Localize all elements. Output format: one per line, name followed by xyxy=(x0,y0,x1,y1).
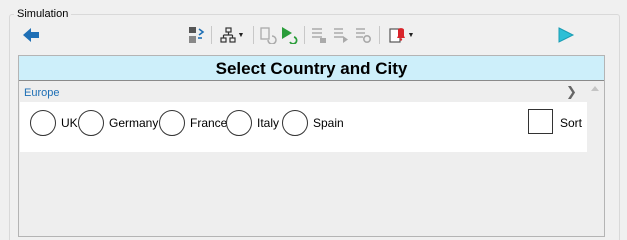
sort-checkbox[interactable] xyxy=(528,109,553,134)
option-label: UK xyxy=(61,116,78,130)
radio-button[interactable] xyxy=(226,110,252,136)
run-refresh-button[interactable] xyxy=(279,24,299,46)
back-arrow-icon xyxy=(23,28,39,42)
option-label: Italy xyxy=(257,116,280,130)
list-icon xyxy=(312,28,326,43)
list-button[interactable] xyxy=(309,24,329,46)
refresh-button[interactable] xyxy=(258,24,278,46)
play-button[interactable] xyxy=(555,24,577,46)
option-italy[interactable]: Italy xyxy=(226,110,279,136)
radio-button[interactable] xyxy=(282,110,308,136)
swap-button[interactable] xyxy=(186,24,206,46)
chevron-down-icon: ▼ xyxy=(407,31,415,39)
option-france[interactable]: France xyxy=(159,110,227,136)
play-icon xyxy=(558,27,575,43)
alert-icon xyxy=(388,28,405,43)
sort-label: Sort xyxy=(560,116,583,130)
list-forward-icon xyxy=(334,28,348,43)
tree-icon xyxy=(219,27,236,43)
options-row: UK Germany France Italy Spain Sort xyxy=(20,102,587,152)
refresh-icon xyxy=(260,27,277,44)
radio-button[interactable] xyxy=(30,110,56,136)
panel-title: Select Country and City xyxy=(19,56,604,81)
toolbar-separator xyxy=(211,26,212,44)
option-spain[interactable]: Spain xyxy=(282,110,344,136)
run-refresh-icon xyxy=(282,27,298,44)
radio-button[interactable] xyxy=(78,110,104,136)
option-label: Germany xyxy=(109,116,159,130)
option-label: Spain xyxy=(313,116,344,130)
toolbar-separator xyxy=(379,26,380,44)
alert-button[interactable]: ▼ xyxy=(385,24,417,46)
swap-icon xyxy=(189,27,205,43)
radio-button[interactable] xyxy=(159,110,185,136)
list-settings-button[interactable] xyxy=(353,24,373,46)
toolbar-separator xyxy=(304,26,305,44)
region-label[interactable]: Europe xyxy=(24,86,59,100)
tree-button[interactable]: ▼ xyxy=(217,24,247,46)
selection-panel: Select Country and City Europe ❯ UK Germ… xyxy=(18,55,605,237)
chevron-down-icon: ▼ xyxy=(237,31,245,39)
list-settings-icon xyxy=(356,28,372,44)
chevron-right-icon[interactable]: ❯ xyxy=(566,84,577,100)
option-label: France xyxy=(190,116,228,130)
list-forward-button[interactable] xyxy=(331,24,351,46)
toolbar-separator xyxy=(253,26,254,44)
option-germany[interactable]: Germany xyxy=(78,110,158,136)
back-button[interactable] xyxy=(20,24,42,46)
scroll-up-arrow-icon[interactable] xyxy=(591,86,599,91)
option-uk[interactable]: UK xyxy=(30,110,78,136)
group-title: Simulation xyxy=(14,7,72,21)
